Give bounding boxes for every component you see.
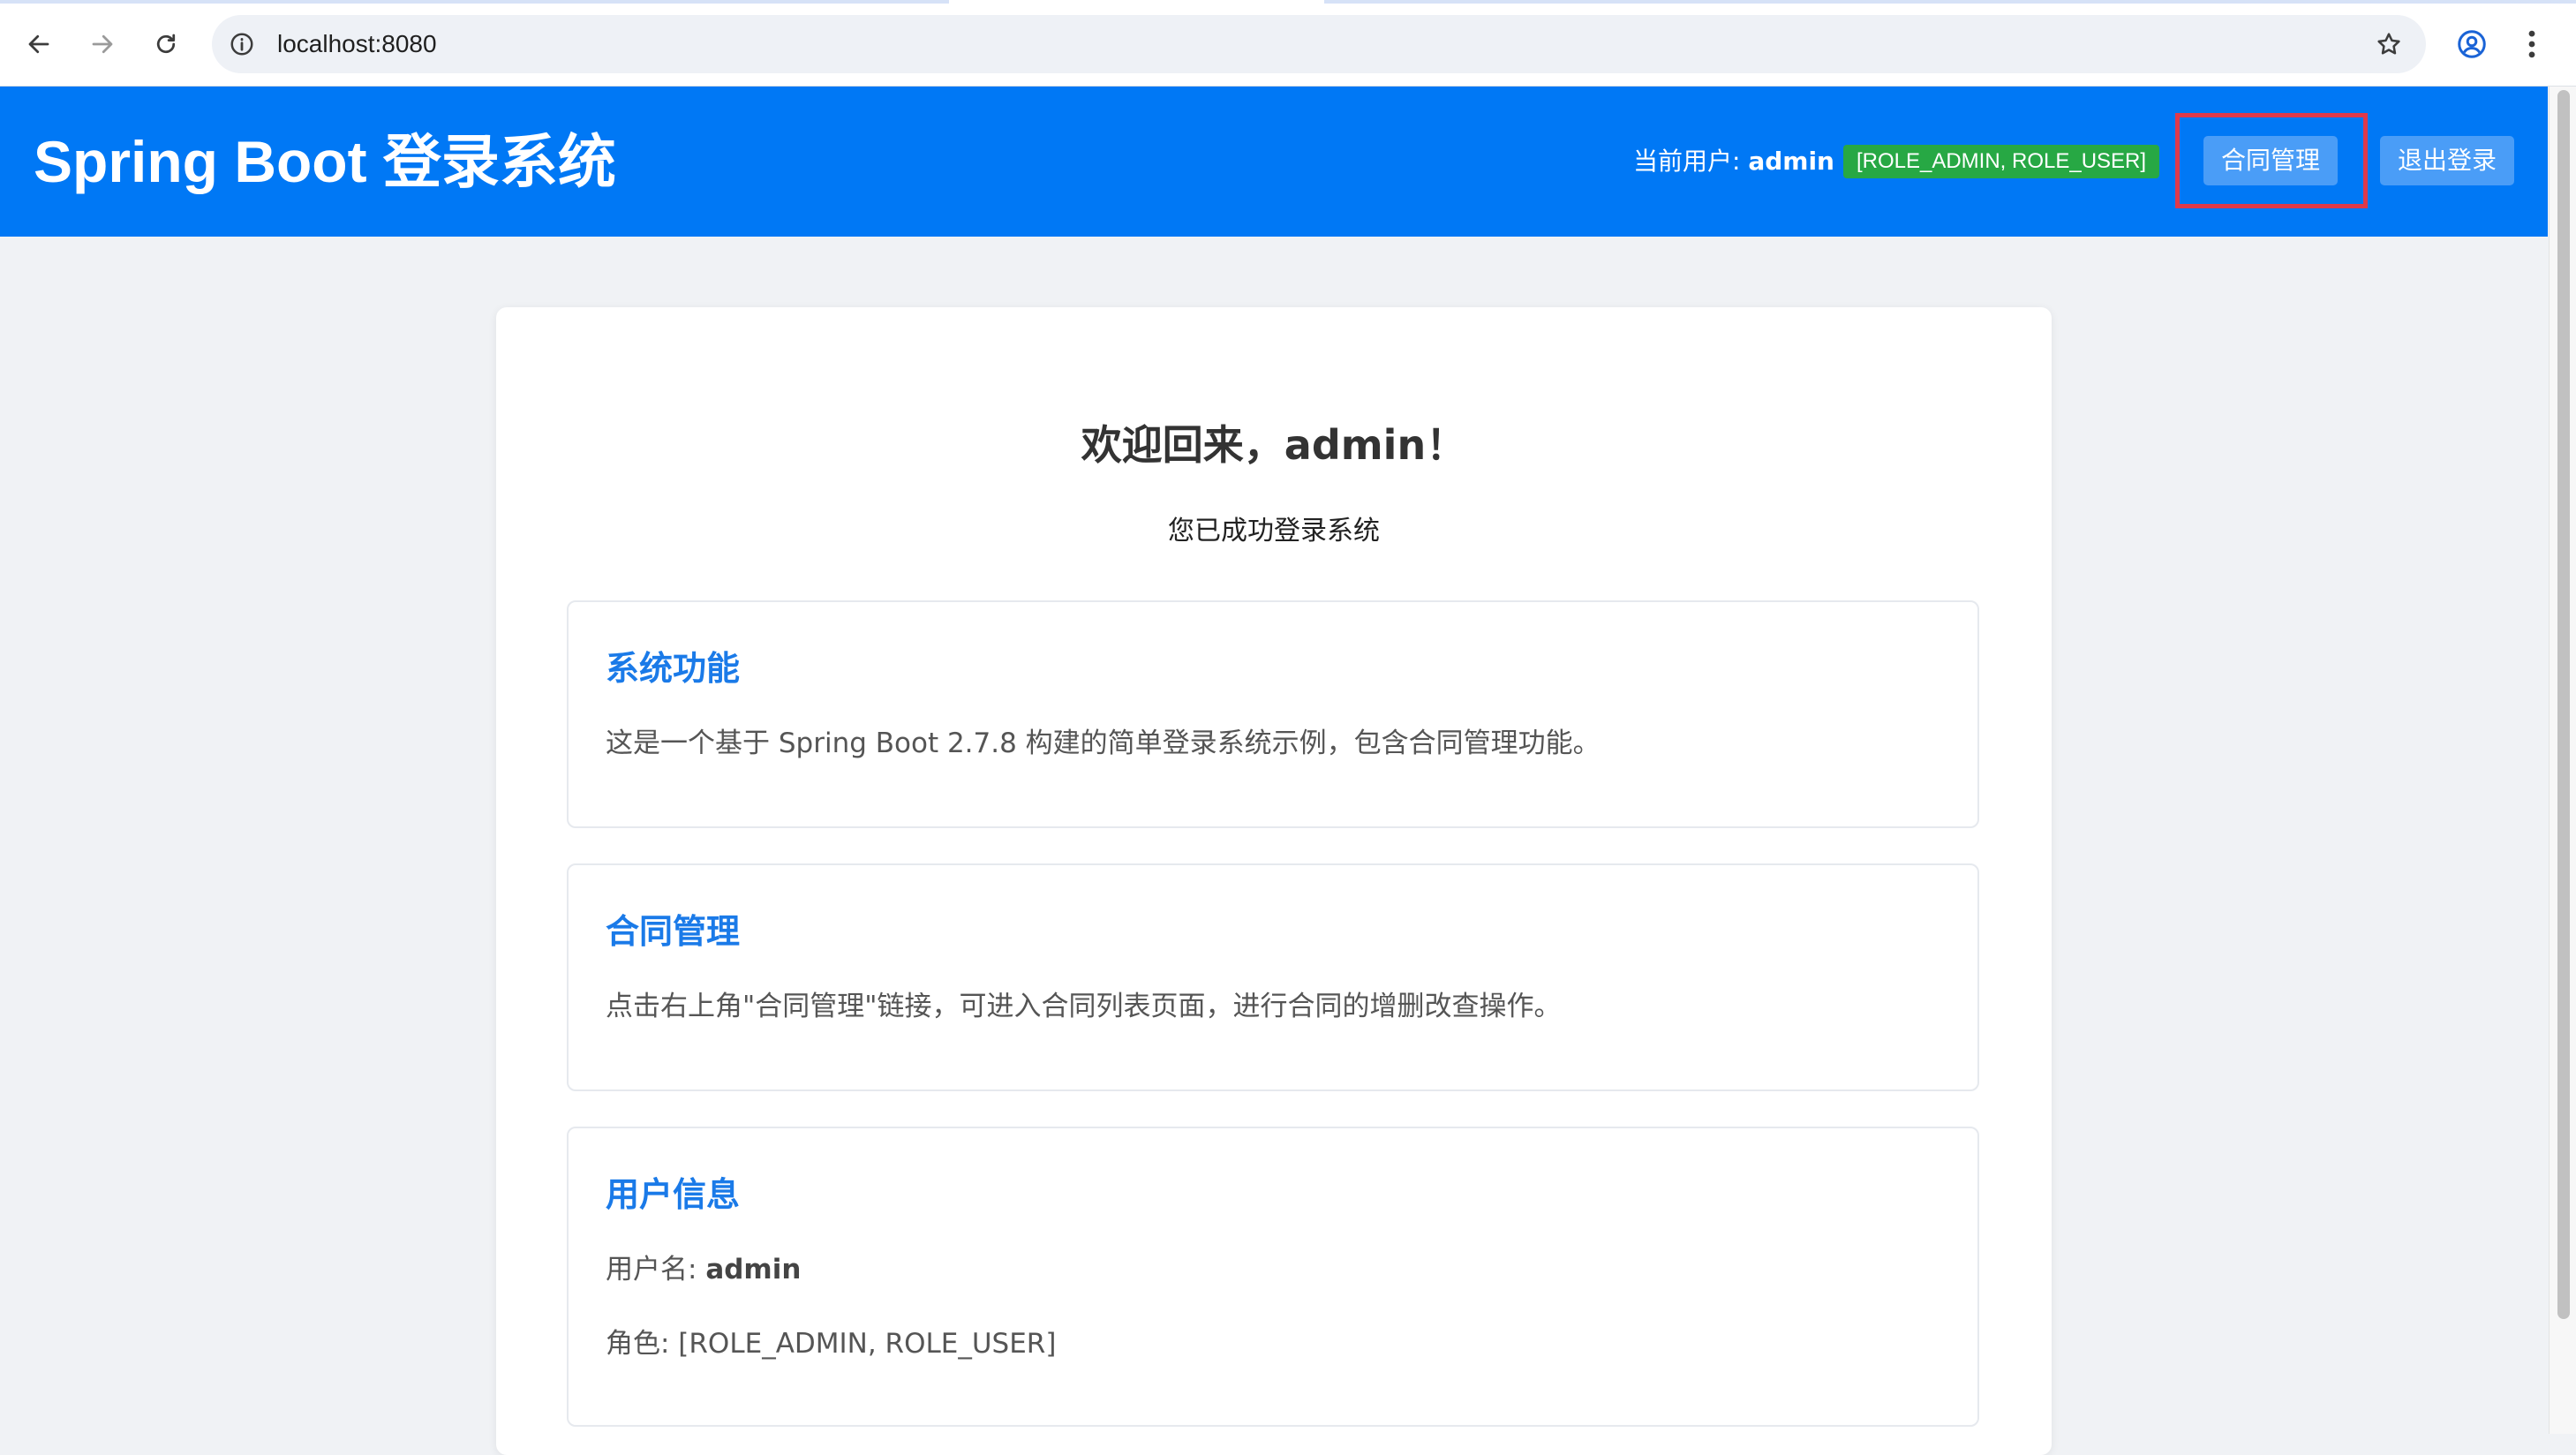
role-badge: [ROLE_ADMIN, ROLE_USER] <box>1843 145 2159 178</box>
section-text: 点击右上角"合同管理"链接，可进入合同列表页面，进行合同的增删改查操作。 <box>606 991 1562 1022</box>
kebab-menu-icon <box>2528 30 2535 58</box>
forward-button[interactable] <box>78 19 127 69</box>
address-bar[interactable]: localhost:8080 <box>212 15 2426 73</box>
tab-strip-edge <box>0 0 2576 4</box>
roles-line: 角色: [ROLE_ADMIN, ROLE_USER] <box>606 1328 1057 1360</box>
section-title: 合同管理 <box>606 912 741 951</box>
section-title: 用户信息 <box>606 1175 741 1214</box>
reload-icon <box>156 34 176 54</box>
username-label: 用户名: <box>606 1254 706 1285</box>
current-user-label: 当前用户: <box>1633 147 1749 176</box>
login-success-text: 您已成功登录系统 <box>1168 516 1380 547</box>
profile-button[interactable] <box>2447 19 2497 69</box>
bookmark-button[interactable] <box>2371 26 2407 62</box>
section-title: 系统功能 <box>606 649 741 688</box>
browser-toolbar: localhost:8080 <box>0 0 2576 87</box>
app-header: Spring Boot 登录系统 当前用户: admin [ROLE_ADMIN… <box>0 87 2548 237</box>
url-text[interactable]: localhost:8080 <box>277 15 437 73</box>
highlight-box <box>2175 113 2368 208</box>
contract-management-section: 合同管理 点击右上角"合同管理"链接，可进入合同列表页面，进行合同的增删改查操作… <box>567 863 1979 1091</box>
current-user-info: 当前用户: admin <box>1633 87 1834 237</box>
welcome-heading: 欢迎回来，admin！ <box>1081 421 1467 469</box>
logout-button[interactable]: 退出登录 <box>2380 136 2514 185</box>
star-icon <box>2377 33 2400 55</box>
profile-icon <box>2458 30 2486 58</box>
page-scrollbar[interactable] <box>2549 87 2576 1434</box>
site-info-button[interactable] <box>226 28 258 60</box>
current-user-name: admin <box>1748 147 1834 176</box>
username-line: 用户名: admin <box>606 1247 801 1286</box>
info-icon <box>230 33 253 56</box>
back-button[interactable] <box>14 19 64 69</box>
back-arrow-icon <box>28 34 49 54</box>
system-features-section: 系统功能 这是一个基于 Spring Boot 2.7.8 构建的简单登录系统示… <box>567 600 1979 828</box>
app-title: Spring Boot 登录系统 <box>34 129 616 194</box>
reload-button[interactable] <box>141 19 191 69</box>
user-info-section: 用户信息 用户名: admin 角色: [ROLE_ADMIN, ROLE_US… <box>567 1127 1979 1427</box>
forward-arrow-icon <box>92 34 113 54</box>
section-text: 这是一个基于 Spring Boot 2.7.8 构建的简单登录系统示例，包含合… <box>606 728 1601 759</box>
scrollbar-thumb[interactable] <box>2557 90 2570 1319</box>
username-value: admin <box>705 1254 802 1285</box>
browser-menu-button[interactable] <box>2514 19 2550 69</box>
